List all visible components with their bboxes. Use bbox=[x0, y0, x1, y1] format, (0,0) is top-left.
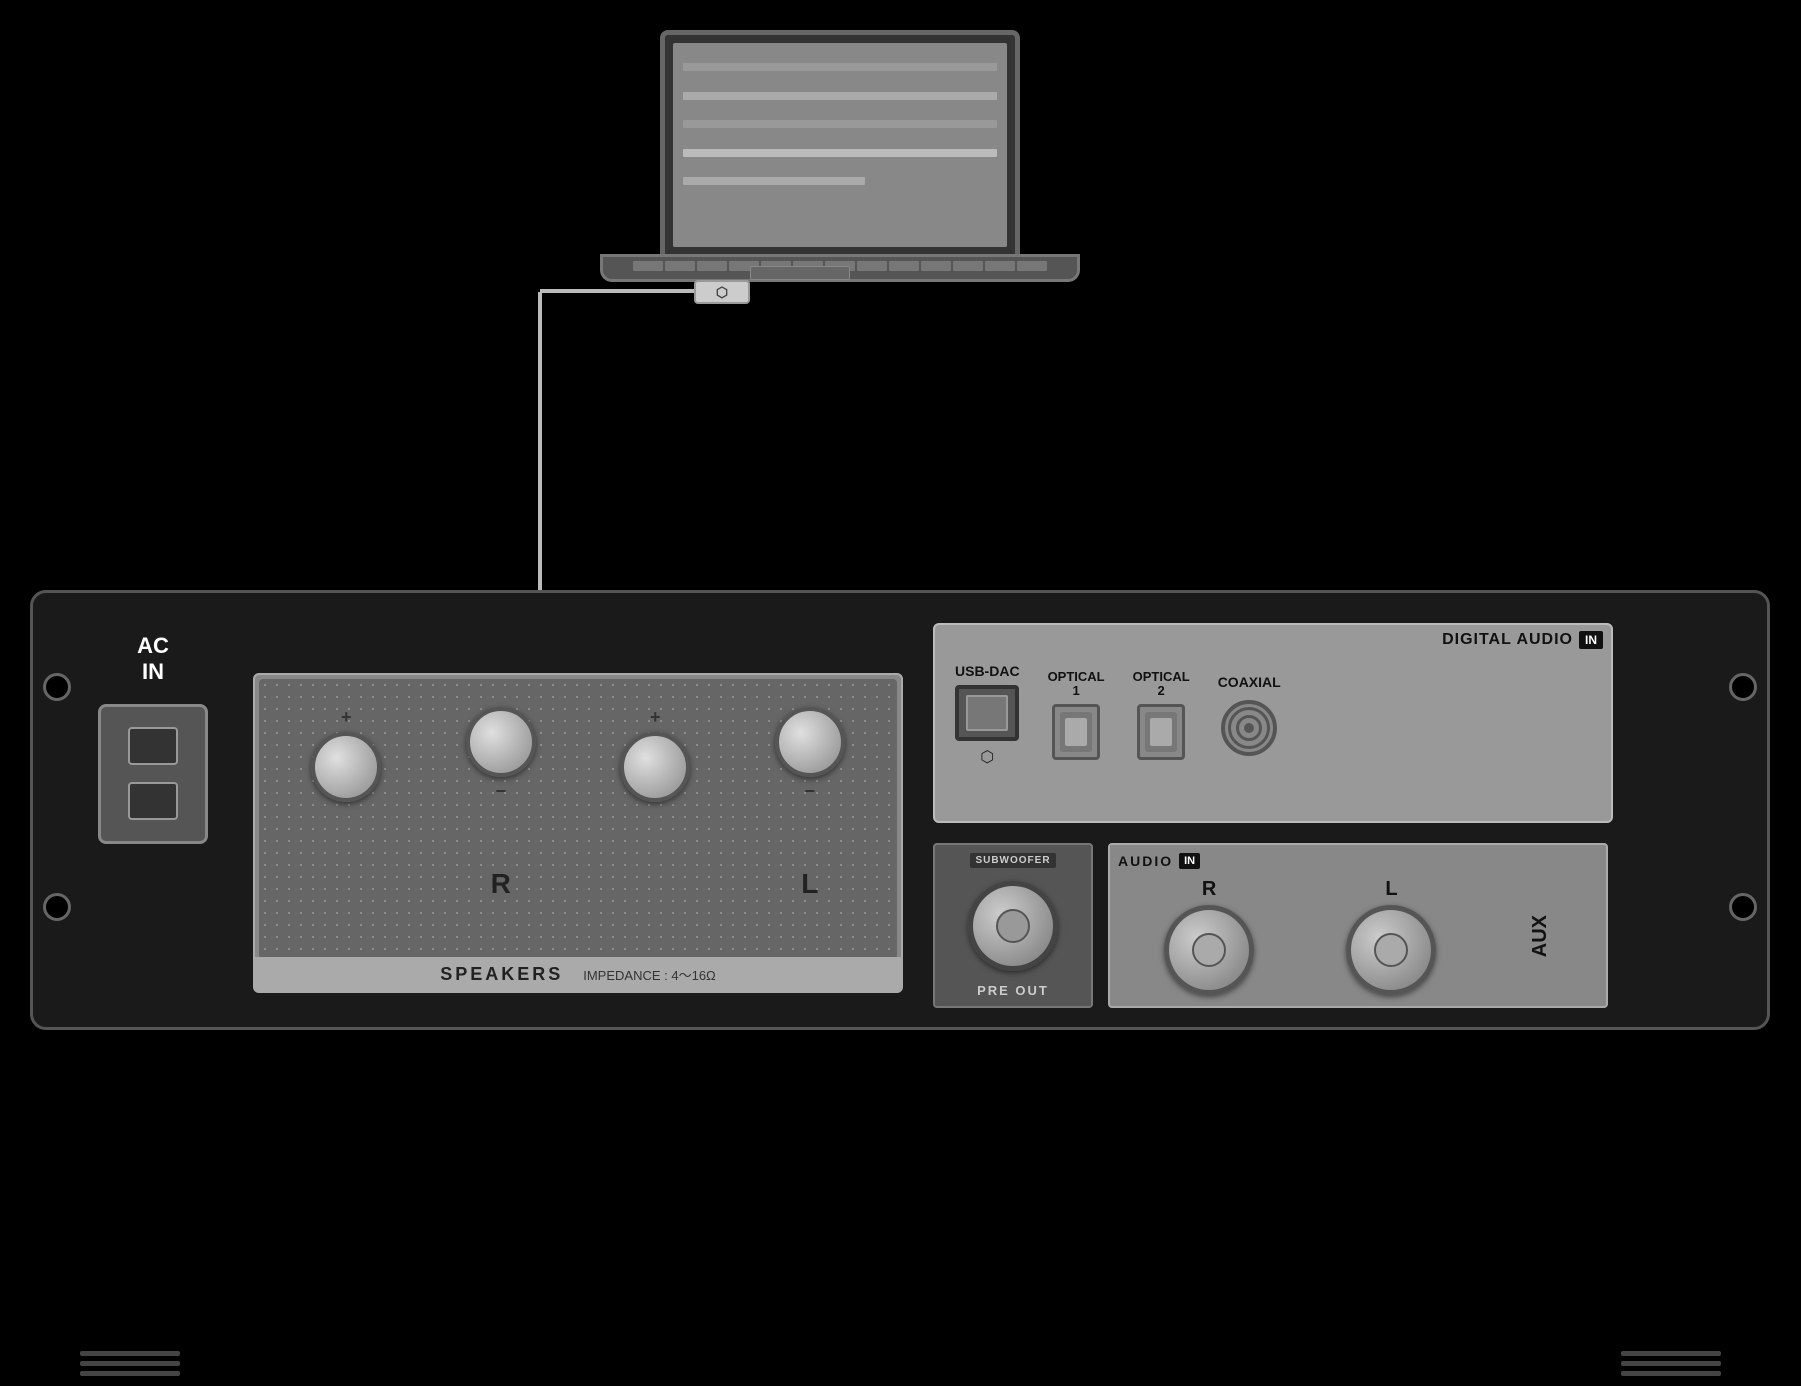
usb-cable-vertical bbox=[538, 292, 542, 612]
audio-l-group: L bbox=[1346, 878, 1436, 995]
optical1-group: OPTICAL1 bbox=[1048, 670, 1105, 761]
usb-dac-group: USB-DAC ⬡ bbox=[955, 663, 1020, 767]
speakers-footer: SPEAKERS IMPEDANCE : 4～16Ω bbox=[255, 957, 901, 991]
iec-connector bbox=[98, 704, 208, 844]
optical1-port[interactable] bbox=[1052, 704, 1100, 760]
digital-audio-in-badge: IN bbox=[1579, 631, 1603, 649]
coaxial-port[interactable] bbox=[1221, 700, 1277, 756]
mount-hole-left-bottom bbox=[43, 893, 71, 921]
speaker-l-label: L bbox=[801, 868, 818, 900]
pre-out-section: SUBWOOFER PRE OUT bbox=[933, 843, 1093, 1008]
speaker-r-label: R bbox=[491, 868, 511, 900]
usb-symbol-top: ⬡ bbox=[716, 284, 728, 301]
audio-in-badge: IN bbox=[1179, 853, 1200, 869]
pre-out-label: PRE OUT bbox=[977, 983, 1049, 998]
laptop-touchpad bbox=[750, 266, 850, 280]
iec-pin-bottom bbox=[128, 782, 178, 820]
audio-in-section: AUDIO IN R L AUX bbox=[1108, 843, 1608, 1008]
audio-r-label: R bbox=[1202, 878, 1216, 901]
mount-hole-left-top bbox=[43, 673, 71, 701]
laptop-screen bbox=[673, 43, 1007, 247]
audio-in-header: AUDIO IN bbox=[1118, 853, 1598, 869]
speaker-terminal-plus-2[interactable]: + bbox=[578, 689, 733, 819]
usb-cable-horizontal bbox=[540, 289, 694, 293]
laptop-screen-frame bbox=[660, 30, 1020, 260]
audio-l-label: L bbox=[1385, 878, 1397, 901]
speaker-terminal-plus-1[interactable]: + bbox=[269, 689, 424, 819]
subwoofer-label: SUBWOOFER bbox=[970, 853, 1055, 868]
digital-audio-section: DIGITAL AUDIO IN USB-DAC ⬡ OPTICAL1 bbox=[933, 623, 1613, 823]
optical2-port[interactable] bbox=[1137, 704, 1185, 760]
digital-audio-title: DIGITAL AUDIO bbox=[1442, 631, 1573, 649]
aux-label: AUX bbox=[1529, 915, 1552, 957]
pre-out-rca[interactable] bbox=[968, 881, 1058, 971]
laptop bbox=[580, 30, 1100, 310]
audio-title: AUDIO bbox=[1118, 853, 1173, 869]
digital-ports-row: USB-DAC ⬡ OPTICAL1 OPTICAL2 bbox=[955, 663, 1601, 767]
speaker-terminal-minus-1[interactable]: − bbox=[424, 689, 579, 819]
audio-rca-row: R L AUX bbox=[1118, 875, 1598, 998]
mount-hole-right-bottom bbox=[1729, 893, 1757, 921]
speakers-label: SPEAKERS bbox=[440, 964, 563, 985]
usb-dac-port[interactable] bbox=[955, 685, 1019, 741]
iec-pin-top bbox=[128, 727, 178, 765]
aux-label-container: AUX bbox=[1529, 875, 1552, 998]
optical2-label: OPTICAL2 bbox=[1133, 670, 1190, 699]
ac-in-label: AC IN bbox=[137, 633, 169, 686]
audio-r-rca[interactable] bbox=[1164, 905, 1254, 995]
coaxial-group: COAXIAL bbox=[1218, 674, 1281, 756]
usb-dac-label: USB-DAC bbox=[955, 663, 1020, 679]
footer-decoration-left bbox=[80, 1351, 180, 1376]
audio-l-rca[interactable] bbox=[1346, 905, 1436, 995]
amp-unit: AC IN + − + bbox=[30, 590, 1770, 1030]
usb-dac-symbol: ⬡ bbox=[980, 747, 994, 767]
footer-decoration-right bbox=[1621, 1351, 1721, 1376]
usb-connector-laptop: ⬡ bbox=[694, 280, 750, 304]
optical2-group: OPTICAL2 bbox=[1133, 670, 1190, 761]
mount-hole-right-top bbox=[1729, 673, 1757, 701]
speaker-terminal-minus-2[interactable]: − bbox=[733, 689, 888, 819]
digital-audio-header: DIGITAL AUDIO IN bbox=[1442, 631, 1603, 649]
optical1-label: OPTICAL1 bbox=[1048, 670, 1105, 699]
audio-r-group: R bbox=[1164, 878, 1254, 995]
speaker-bg-dots: + − + − bbox=[259, 679, 897, 959]
ac-in-section: AC IN bbox=[73, 633, 233, 963]
impedance-label: IMPEDANCE : 4～16Ω bbox=[583, 965, 716, 984]
coaxial-label: COAXIAL bbox=[1218, 674, 1281, 690]
speakers-section: + − + − bbox=[253, 673, 903, 993]
